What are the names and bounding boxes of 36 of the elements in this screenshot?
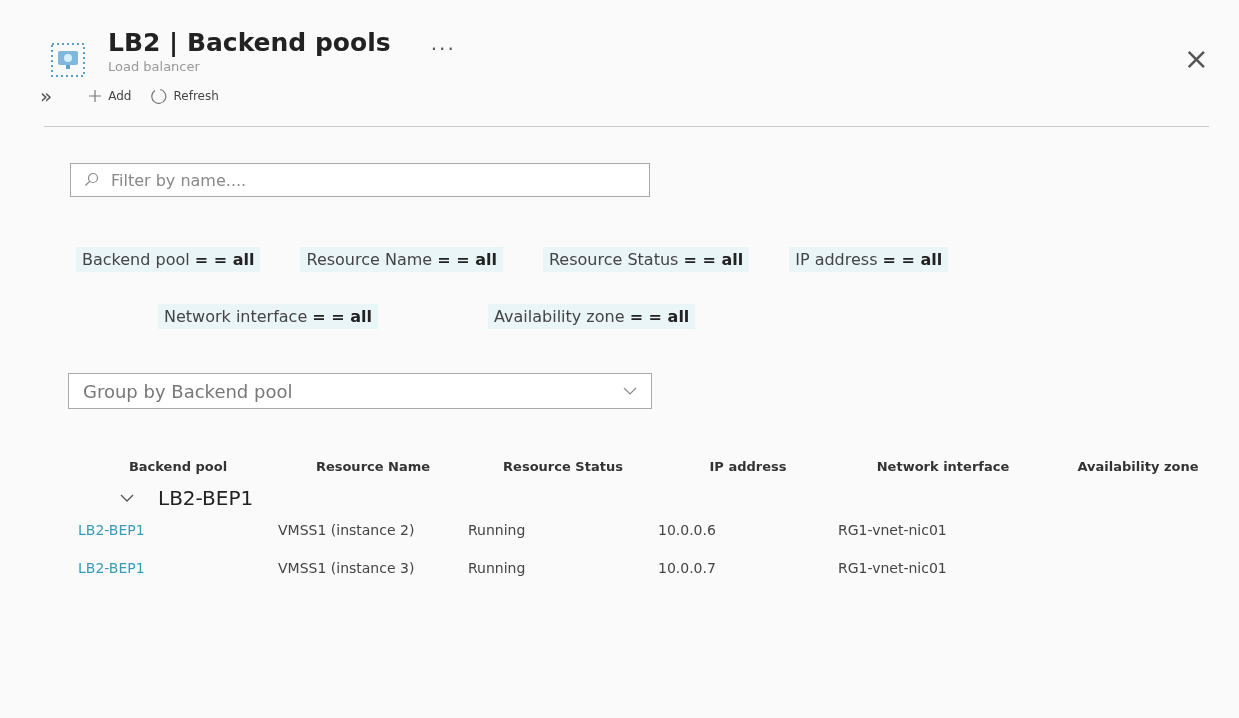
table-cell-text: Running [468, 522, 527, 538]
plus-icon [88, 89, 103, 103]
load-balancer-icon [50, 42, 86, 78]
search-field[interactable]: Filter by name.... [70, 163, 650, 197]
filter-pill[interactable]: IP address = = all [789, 247, 949, 272]
table-cell-text: 10.0.0.7 [658, 560, 717, 576]
filter-pill[interactable]: Backend pool = = all [76, 247, 261, 272]
table-cell-text: 10.0.0.6 [658, 522, 717, 538]
search-icon [84, 172, 100, 188]
column-header: Resource Status [502, 459, 624, 474]
filter-pill[interactable]: Resource Status = = all [542, 247, 750, 272]
more-button[interactable]: ... [430, 30, 456, 55]
chevron-icon[interactable] [120, 494, 134, 502]
refresh-button[interactable]: Refresh [149, 87, 219, 105]
column-header: Network interface [875, 459, 1011, 474]
page-subtitle: Load balancer [108, 59, 201, 74]
refresh-icon [149, 87, 168, 105]
close-button[interactable]: × [1183, 44, 1209, 74]
table-cell-text: RG1-vnet-nic01 [838, 522, 948, 538]
filter-pill[interactable]: Network interface = = all [158, 304, 379, 329]
table-cell-text: VMSS1 (instance 3) [278, 560, 416, 576]
expand-button[interactable]: » [40, 84, 53, 108]
table-cell-text: RG1-vnet-nic01 [838, 560, 948, 576]
page-title: LB2 | Backend pools [108, 28, 391, 57]
group-title: LB2-BEP1 [158, 486, 254, 510]
chevron-down-icon [623, 387, 637, 395]
column-header: Resource Name [314, 459, 432, 474]
filter-pill[interactable]: Resource Name = = all [300, 247, 503, 272]
group-by-dropdown[interactable]: Group by Backend pool [68, 373, 652, 409]
filter-pill[interactable]: Availability zone = = all [488, 304, 696, 329]
table-cell-text: VMSS1 (instance 2) [278, 522, 416, 538]
column-header: IP address [708, 459, 788, 474]
add-button[interactable]: Add [88, 89, 132, 103]
table-cell-text: Running [468, 560, 527, 576]
column-header: Availability zone [1076, 459, 1200, 474]
column-header: Backend pool [127, 459, 229, 474]
